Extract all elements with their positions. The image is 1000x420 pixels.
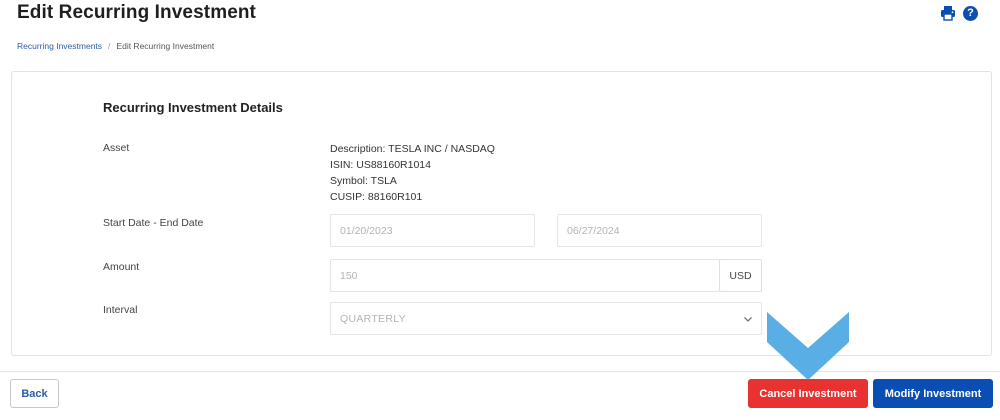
help-icon[interactable]: ? bbox=[963, 5, 978, 21]
cancel-investment-button[interactable]: Cancel Investment bbox=[748, 379, 868, 408]
page-title: Edit Recurring Investment bbox=[17, 2, 256, 23]
header-actions: ? bbox=[940, 5, 978, 21]
asset-info: Description: TESLA INC / NASDAQ ISIN: US… bbox=[330, 141, 495, 205]
back-button[interactable]: Back bbox=[10, 379, 59, 408]
breadcrumb-recurring-investments[interactable]: Recurring Investments bbox=[17, 41, 102, 51]
amount-value: 150 bbox=[340, 269, 358, 282]
start-date-field[interactable]: 01/20/2023 bbox=[330, 214, 535, 247]
modify-investment-button[interactable]: Modify Investment bbox=[873, 379, 993, 408]
amount-label: Amount bbox=[103, 261, 140, 273]
dates-label: Start Date - End Date bbox=[103, 217, 204, 229]
interval-selected-value: QUARTERLY bbox=[340, 312, 406, 325]
breadcrumb-current: Edit Recurring Investment bbox=[116, 41, 215, 51]
breadcrumb: Recurring Investments / Edit Recurring I… bbox=[17, 41, 214, 51]
asset-cusip: CUSIP: 88160R101 bbox=[330, 191, 423, 203]
print-icon[interactable] bbox=[940, 5, 956, 21]
chevron-down-icon bbox=[743, 314, 753, 324]
interval-label: Interval bbox=[103, 304, 138, 316]
start-date-value: 01/20/2023 bbox=[340, 224, 393, 237]
end-date-value: 06/27/2024 bbox=[567, 224, 620, 237]
asset-label: Asset bbox=[103, 142, 130, 154]
asset-symbol: Symbol: TSLA bbox=[330, 175, 397, 187]
interval-select[interactable]: QUARTERLY bbox=[330, 302, 762, 335]
currency-addon: USD bbox=[719, 259, 762, 292]
breadcrumb-separator: / bbox=[108, 41, 111, 51]
asset-description: Description: TESLA INC / NASDAQ bbox=[330, 143, 495, 155]
asset-isin: ISIN: US88160R1014 bbox=[330, 159, 431, 171]
annotation-arrow-icon bbox=[765, 310, 851, 382]
end-date-field[interactable]: 06/27/2024 bbox=[557, 214, 762, 247]
section-title: Recurring Investment Details bbox=[103, 100, 283, 115]
amount-field[interactable]: 150 bbox=[330, 259, 720, 292]
